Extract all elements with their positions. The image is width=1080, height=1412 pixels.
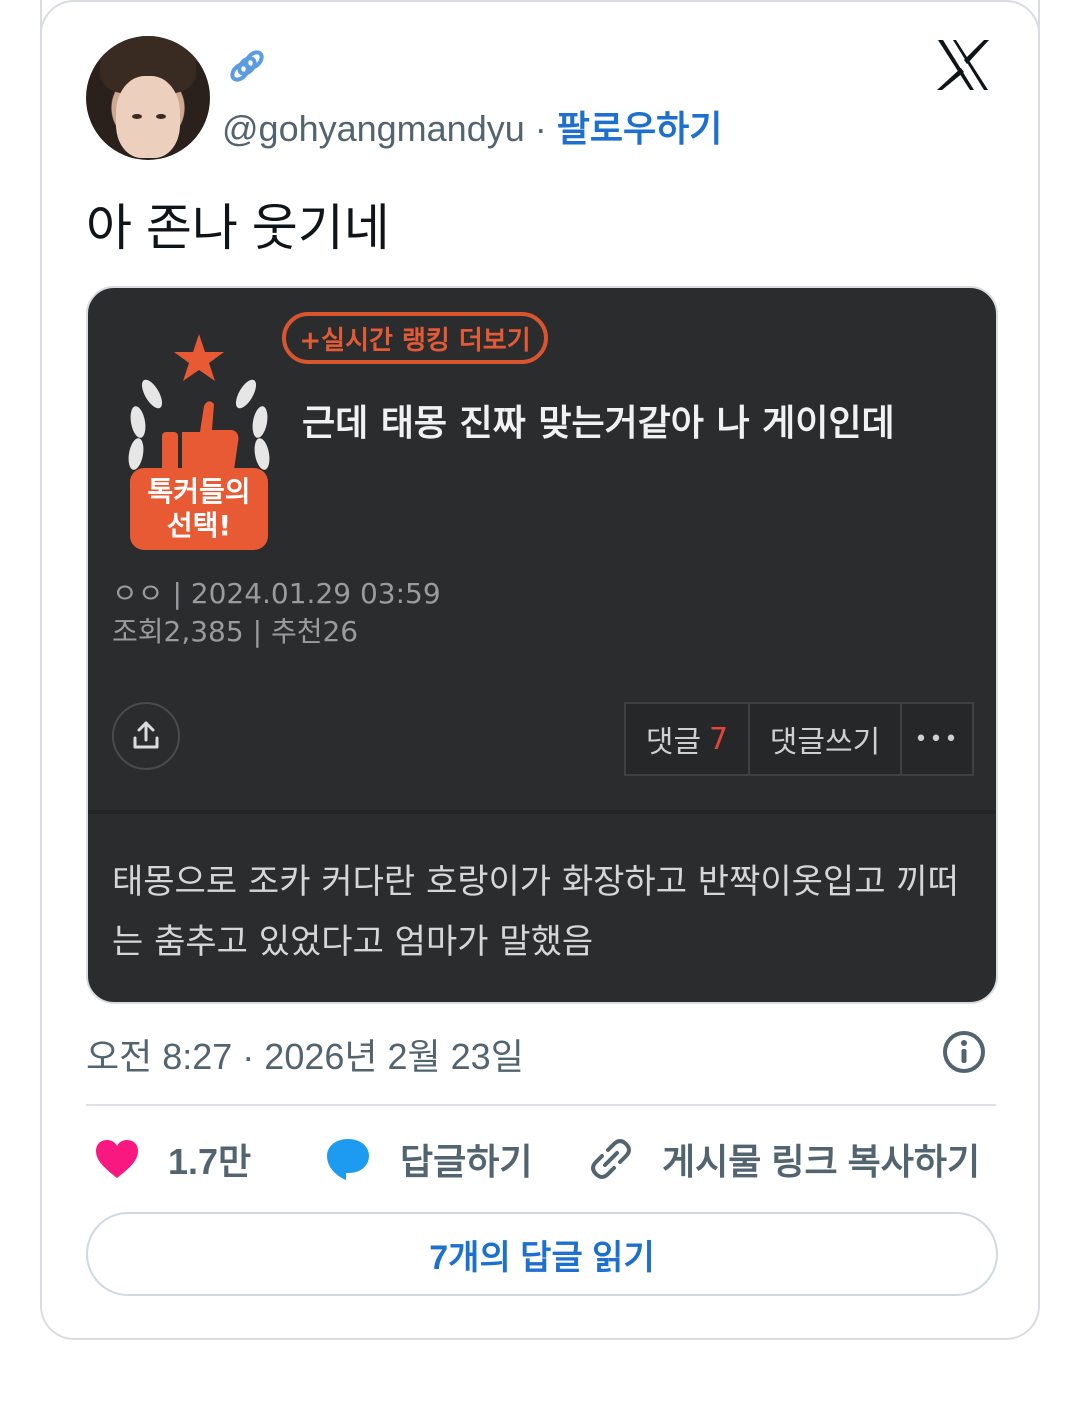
realtime-ranking-button: +실시간 랭킹 더보기 bbox=[282, 312, 548, 364]
post-stats: 조회2,385 | 추천26 bbox=[112, 610, 358, 650]
avatar[interactable] bbox=[86, 36, 210, 160]
talkers-choice-badge: 톡커들의 선택! bbox=[130, 468, 268, 550]
tweet-embed-card: @gohyangmandyu · 팔로우하기 아 존나 웃기네 +실시간 랭킹 … bbox=[40, 0, 1040, 1340]
comments-count: 7 bbox=[709, 721, 729, 757]
badge-line1: 톡커들의 bbox=[147, 475, 251, 508]
post-divider bbox=[88, 810, 996, 814]
views-count: 2,385 bbox=[163, 615, 244, 648]
follow-button[interactable]: 팔로우하기 bbox=[557, 108, 723, 149]
user-handle[interactable]: @gohyangmandyu bbox=[222, 108, 525, 149]
comments-label: 댓글 bbox=[645, 725, 702, 760]
link-icon bbox=[591, 1139, 631, 1179]
embedded-image[interactable]: +실시간 랭킹 더보기 톡커들의 선택! 근데 태몽 진짜 맞는거같아 나 게이… bbox=[86, 286, 998, 1004]
like-count: 1.7만 bbox=[168, 1141, 252, 1182]
comment-button-group: 댓글 7 댓글쓰기 ••• bbox=[624, 702, 974, 776]
post-author-date: ㅇㅇ | 2024.01.29 03:59 bbox=[112, 572, 441, 612]
more-options-icon: ••• bbox=[900, 702, 974, 776]
divider bbox=[86, 1104, 996, 1106]
tweet-text: 아 존나 웃기네 bbox=[86, 200, 390, 256]
info-icon[interactable] bbox=[942, 1030, 986, 1074]
tweet-timestamp[interactable]: 오전 8:27 · 2026년 2월 23일 bbox=[86, 1028, 524, 1080]
reply-bubble-icon bbox=[327, 1139, 369, 1180]
x-logo-icon[interactable] bbox=[934, 36, 992, 94]
recommend-label: | 추천 bbox=[252, 615, 323, 648]
recommend-count: 26 bbox=[322, 615, 359, 648]
read-replies-button[interactable]: 7개의 답글 읽기 bbox=[86, 1212, 998, 1296]
reply-button[interactable]: 답글하기 bbox=[324, 1134, 532, 1184]
post-title: 근데 태몽 진짜 맞는거같아 나 게이인데 bbox=[302, 403, 895, 444]
post-body: 태몽으로 조카 커다란 호랑이가 화장하고 반짝이옷입고 끼떠는 춤추고 있었다… bbox=[112, 862, 959, 962]
link-emoji-icon bbox=[224, 44, 270, 96]
heart-icon bbox=[96, 1140, 138, 1178]
user-handle-row: @gohyangmandyu · 팔로우하기 bbox=[222, 100, 722, 152]
reply-label: 답글하기 bbox=[400, 1141, 533, 1182]
share-icon bbox=[112, 702, 180, 770]
copy-link-button[interactable]: 게시물 링크 복사하기 bbox=[588, 1134, 980, 1184]
handle-separator: · bbox=[524, 108, 557, 149]
views-label: 조회 bbox=[112, 615, 164, 648]
like-button[interactable]: 1.7만 bbox=[94, 1134, 251, 1184]
post-author: ㅇㅇ bbox=[112, 577, 164, 610]
badge-line2: 선택! bbox=[166, 509, 232, 542]
write-comment-button: 댓글쓰기 bbox=[748, 702, 902, 776]
comments-button: 댓글 7 bbox=[624, 702, 750, 776]
copy-link-label: 게시물 링크 복사하기 bbox=[662, 1141, 981, 1182]
post-date: | 2024.01.29 03:59 bbox=[172, 577, 441, 610]
